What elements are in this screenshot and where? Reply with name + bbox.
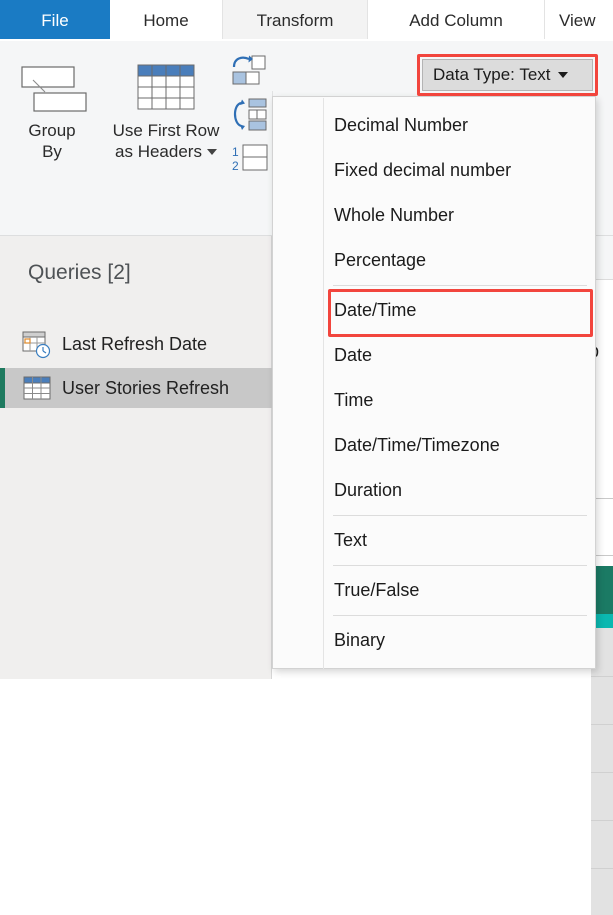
grid-rows-strip bbox=[591, 628, 613, 915]
menu-item-date-time-highlight bbox=[328, 289, 593, 337]
menu-item-date[interactable]: Date bbox=[274, 333, 595, 378]
menu-item-percentage[interactable]: Percentage bbox=[274, 238, 595, 283]
tab-file[interactable]: File bbox=[0, 0, 110, 41]
tab-view-label: View bbox=[559, 10, 596, 30]
group-by-icon bbox=[16, 54, 88, 120]
menu-item-date-time-timezone[interactable]: Date/Time/Timezone bbox=[274, 423, 595, 468]
chevron-down-icon[interactable] bbox=[206, 149, 217, 156]
menu-item-label: Binary bbox=[334, 630, 386, 650]
tab-file-label: File bbox=[41, 10, 69, 30]
reverse-rows-icon[interactable] bbox=[226, 93, 272, 137]
date-query-icon bbox=[20, 329, 54, 359]
menu-separator bbox=[333, 285, 587, 286]
menu-item-decimal-number[interactable]: Decimal Number bbox=[274, 103, 595, 148]
tab-transform-label: Transform bbox=[256, 10, 334, 30]
menu-item-label: Date bbox=[334, 345, 373, 365]
power-query-editor-window: File Home Transform Add Column View Grou… bbox=[0, 0, 613, 915]
menu-item-label: Time bbox=[334, 390, 374, 410]
menu-item-true-false[interactable]: True/False bbox=[274, 568, 595, 613]
menu-item-label: Percentage bbox=[334, 250, 427, 270]
chevron-down-icon[interactable] bbox=[557, 72, 568, 78]
group-by-label: Group By bbox=[28, 121, 76, 162]
data-type-dropdown-menu[interactable]: Decimal Number Fixed decimal number Whole … bbox=[272, 96, 596, 669]
transpose-icon[interactable] bbox=[226, 49, 272, 93]
menu-separator bbox=[333, 515, 587, 516]
query-list-item-last-refresh-date[interactable]: Last Refresh Date bbox=[0, 324, 272, 364]
tab-home[interactable]: Home bbox=[110, 0, 223, 41]
svg-text:1: 1 bbox=[232, 145, 239, 159]
data-type-button[interactable]: Data Type: Text bbox=[422, 59, 593, 91]
menu-item-label: Whole Number bbox=[334, 205, 455, 225]
tab-transform[interactable]: Transform bbox=[223, 0, 368, 41]
use-first-row-as-headers-label: Use First Row as Headers bbox=[112, 121, 220, 162]
query-list-item-user-stories-refresh[interactable]: User Stories Refresh bbox=[0, 368, 272, 408]
menu-item-time[interactable]: Time bbox=[274, 378, 595, 423]
menu-item-label: Decimal Number bbox=[334, 115, 469, 135]
data-type-button-label: Data Type: Text bbox=[433, 65, 551, 84]
tab-add-column[interactable]: Add Column bbox=[368, 0, 545, 41]
menu-item-whole-number[interactable]: Whole Number bbox=[274, 193, 595, 238]
menu-item-binary[interactable]: Binary bbox=[274, 618, 595, 663]
grid-cell-teal bbox=[593, 614, 613, 628]
ribbon-tabstrip: File Home Transform Add Column View bbox=[0, 0, 613, 41]
menu-item-label: Date/Time/Timezone bbox=[334, 435, 500, 455]
queries-pane: Queries [2] Last Refresh Date User Stori… bbox=[0, 236, 272, 679]
queries-pane-title: Queries [2] bbox=[28, 261, 131, 284]
menu-item-label: Text bbox=[334, 530, 368, 550]
query-list-item-label: User Stories Refresh bbox=[62, 377, 230, 398]
menu-item-label: Duration bbox=[334, 480, 403, 500]
table-query-icon bbox=[20, 374, 54, 402]
menu-item-label: True/False bbox=[334, 580, 420, 600]
transform-small-commands: 1 2 bbox=[226, 49, 272, 181]
tab-home-label: Home bbox=[143, 10, 189, 30]
menu-item-duration[interactable]: Duration bbox=[274, 468, 595, 513]
tab-view[interactable]: View bbox=[545, 0, 613, 41]
menu-item-label: Fixed decimal number bbox=[334, 160, 512, 180]
query-list-item-label: Last Refresh Date bbox=[62, 333, 208, 354]
menu-separator bbox=[333, 565, 587, 566]
use-first-row-as-headers-button[interactable]: Use First Row as Headers bbox=[96, 54, 236, 163]
menu-item-fixed-decimal-number[interactable]: Fixed decimal number bbox=[274, 148, 595, 193]
count-rows-icon[interactable]: 1 2 bbox=[226, 137, 272, 181]
menu-separator bbox=[333, 615, 587, 616]
grid-cell[interactable] bbox=[595, 498, 613, 556]
table-header-icon bbox=[130, 54, 202, 120]
svg-text:2: 2 bbox=[232, 159, 239, 173]
menu-item-text[interactable]: Text bbox=[274, 518, 595, 563]
selection-indicator-bar bbox=[0, 368, 5, 408]
grid-cell-green bbox=[593, 566, 613, 614]
tab-add-column-label: Add Column bbox=[409, 10, 503, 30]
group-by-button[interactable]: Group By bbox=[8, 54, 96, 163]
